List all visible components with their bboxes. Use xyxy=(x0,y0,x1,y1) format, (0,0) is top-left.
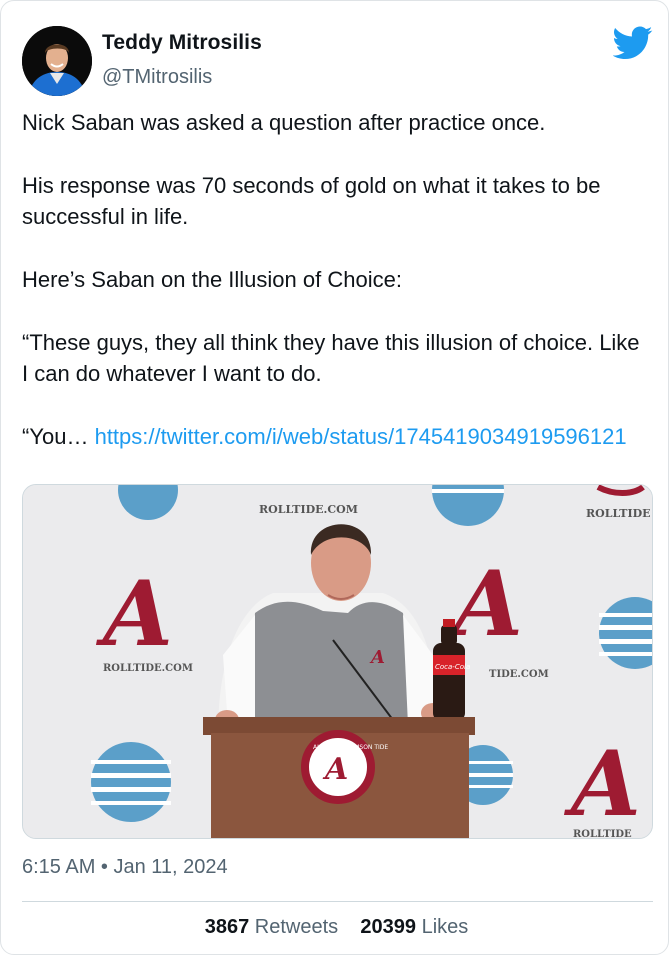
tweet-text-prefix: “You… xyxy=(22,424,95,449)
backdrop-text: ROLLTIDE xyxy=(586,507,651,520)
tweet-card: Teddy Mitrosilis @TMitrosilis Nick Saban… xyxy=(0,0,669,955)
retweets-label[interactable]: Retweets xyxy=(255,916,338,938)
twitter-bird-icon[interactable] xyxy=(612,26,653,60)
tweet-line: “You… https://twitter.com/i/web/status/1… xyxy=(22,421,647,452)
podium: A ALABAMA CRIMSON TIDE xyxy=(203,717,475,838)
tweet-line: Nick Saban was asked a question after pr… xyxy=(22,110,546,135)
divider xyxy=(22,901,653,902)
author-handle[interactable]: @TMitrosilis xyxy=(102,66,212,89)
tweet-timestamp[interactable]: 6:15 AM • Jan 11, 2024 xyxy=(22,856,228,879)
svg-text:A: A xyxy=(369,647,385,668)
alabama-a-logo: A xyxy=(563,731,641,837)
retweets-count[interactable]: 3867 xyxy=(205,916,250,938)
avatar-image xyxy=(22,26,92,96)
likes-count[interactable]: 20399 xyxy=(360,916,416,938)
tweet-line: “These guys, they all think they have th… xyxy=(22,330,640,386)
alabama-a-logo: A xyxy=(95,561,173,667)
media-image[interactable]: A A A ROLLTIDE.COM ROLLTIDE ROLLTIDE.COM… xyxy=(22,484,653,839)
likes-label[interactable]: Likes xyxy=(422,916,469,938)
backdrop-text: TIDE.COM xyxy=(489,669,549,680)
engagement-stats: 3867 Retweets 20399 Likes xyxy=(1,916,671,939)
tweet-link[interactable]: https://twitter.com/i/web/status/1745419… xyxy=(95,424,627,449)
backdrop-text: ROLLTIDE.COM xyxy=(103,663,193,674)
tweet-body: Nick Saban was asked a question after pr… xyxy=(22,107,647,452)
tweet-line: Here’s Saban on the Illusion of Choice: xyxy=(22,267,402,292)
avatar[interactable] xyxy=(22,26,92,96)
backdrop-text: ROLLTIDE.COM xyxy=(259,503,358,516)
bottle-label: Coca-Cola xyxy=(435,663,470,671)
tweet-line: His response was 70 seconds of gold on w… xyxy=(22,173,601,229)
att-globe-icon xyxy=(91,742,171,822)
backdrop-text: ROLLTIDE xyxy=(573,829,632,839)
press-conference-photo: A A A ROLLTIDE.COM ROLLTIDE ROLLTIDE.COM… xyxy=(23,485,652,839)
svg-text:A: A xyxy=(322,752,348,787)
author-name[interactable]: Teddy Mitrosilis xyxy=(102,31,262,55)
seal-text: ALABAMA CRIMSON TIDE xyxy=(313,744,388,751)
